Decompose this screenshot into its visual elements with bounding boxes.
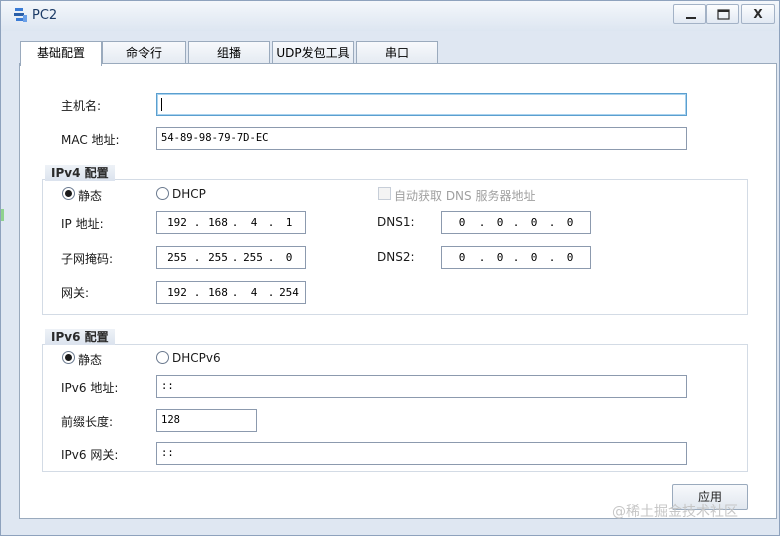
subnet-mask-label: 子网掩码: bbox=[61, 252, 114, 266]
title-bar: PC2 X bbox=[1, 1, 779, 31]
ipv6-gateway-label: IPv6 网关: bbox=[61, 448, 119, 462]
dns2-octet: 0 bbox=[566, 251, 574, 264]
dns1-octet: 0 bbox=[496, 216, 504, 229]
tab-command-line[interactable]: 命令行 bbox=[102, 41, 186, 65]
ipv6-address-input[interactable]: :: bbox=[156, 375, 687, 398]
ipv6-group-title: IPv6 配置 bbox=[45, 329, 115, 345]
gateway-octet: 192 bbox=[167, 286, 187, 299]
dns1-octet: 0 bbox=[566, 216, 574, 229]
ip-address-input[interactable]: 192. 168. 4. 1 bbox=[156, 211, 306, 234]
dns1-octet: 0 bbox=[458, 216, 466, 229]
watermark-text: @稀土掘金技术社区 bbox=[612, 504, 738, 520]
ipv4-dhcp-radio[interactable] bbox=[156, 187, 169, 200]
ipv6-dhcpv6-radio[interactable] bbox=[156, 351, 169, 364]
gateway-label: 网关: bbox=[61, 286, 90, 300]
ip-octet: 4 bbox=[250, 216, 258, 229]
dns1-input[interactable]: 0. 0. 0. 0 bbox=[441, 211, 591, 234]
ip-address-label: IP 地址: bbox=[61, 217, 104, 231]
text-caret bbox=[161, 97, 162, 111]
tab-serial-port[interactable]: 串口 bbox=[356, 41, 438, 65]
mask-octet: 255 bbox=[167, 251, 187, 264]
mask-octet: 255 bbox=[243, 251, 263, 264]
ipv4-group-title: IPv4 配置 bbox=[45, 165, 115, 181]
tab-udp-tool[interactable]: UDP发包工具 bbox=[272, 41, 354, 65]
ipv6-dhcpv6-label: DHCPv6 bbox=[172, 351, 221, 365]
radio-selected-dot bbox=[65, 190, 72, 197]
ipv4-dhcp-label: DHCP bbox=[172, 187, 206, 201]
ipv6-gateway-input[interactable]: :: bbox=[156, 442, 687, 465]
mask-octet: 0 bbox=[285, 251, 293, 264]
subnet-mask-input[interactable]: 255. 255. 255. 0 bbox=[156, 246, 306, 269]
maximize-button[interactable] bbox=[706, 4, 739, 24]
ipv6-static-radio[interactable] bbox=[62, 351, 75, 364]
hostname-label: 主机名: bbox=[61, 99, 102, 113]
tab-basic-config[interactable]: 基础配置 bbox=[20, 41, 102, 66]
hostname-input[interactable] bbox=[156, 93, 687, 116]
prefix-length-label: 前缀长度: bbox=[61, 415, 114, 429]
ipv4-static-label: 静态 bbox=[78, 189, 103, 203]
ip-octet: 1 bbox=[285, 216, 293, 229]
tab-multicast[interactable]: 组播 bbox=[188, 41, 270, 65]
gateway-octet: 4 bbox=[250, 286, 258, 299]
minimize-button[interactable] bbox=[673, 4, 706, 24]
dns1-label: DNS1: bbox=[377, 215, 415, 229]
dns2-octet: 0 bbox=[530, 251, 538, 264]
minimize-icon bbox=[686, 17, 696, 19]
ipv6-address-label: IPv6 地址: bbox=[61, 381, 119, 395]
close-button[interactable]: X bbox=[741, 4, 775, 24]
pc-app-icon bbox=[12, 6, 30, 24]
ip-octet: 192 bbox=[167, 216, 187, 229]
mask-octet: 255 bbox=[208, 251, 228, 264]
maximize-icon bbox=[717, 9, 730, 20]
dns1-octet: 0 bbox=[530, 216, 538, 229]
pc2-window: PC2 X 基础配置 命令行 组播 UDP发包工具 串口 主机名: MAC 地址… bbox=[0, 0, 780, 536]
auto-dns-label: 自动获取 DNS 服务器地址 bbox=[394, 189, 536, 203]
gateway-octet: 168 bbox=[208, 286, 228, 299]
dns2-octet: 0 bbox=[458, 251, 466, 264]
gateway-input[interactable]: 192. 168. 4. 254 bbox=[156, 281, 306, 304]
dns2-octet: 0 bbox=[496, 251, 504, 264]
gateway-octet: 254 bbox=[279, 286, 299, 299]
mac-address-field[interactable]: 54-89-98-79-7D-EC bbox=[156, 127, 687, 150]
ip-octet: 168 bbox=[208, 216, 228, 229]
prefix-length-input[interactable]: 128 bbox=[156, 409, 257, 432]
ipv6-static-label: 静态 bbox=[78, 353, 103, 367]
edge-marker bbox=[1, 209, 4, 221]
mac-label: MAC 地址: bbox=[61, 133, 120, 147]
auto-dns-checkbox[interactable] bbox=[378, 187, 391, 200]
window-title: PC2 bbox=[32, 8, 58, 23]
ipv4-static-radio[interactable] bbox=[62, 187, 75, 200]
dns2-input[interactable]: 0. 0. 0. 0 bbox=[441, 246, 591, 269]
close-icon: X bbox=[753, 7, 763, 21]
dns2-label: DNS2: bbox=[377, 250, 415, 264]
radio-selected-dot bbox=[65, 354, 72, 361]
